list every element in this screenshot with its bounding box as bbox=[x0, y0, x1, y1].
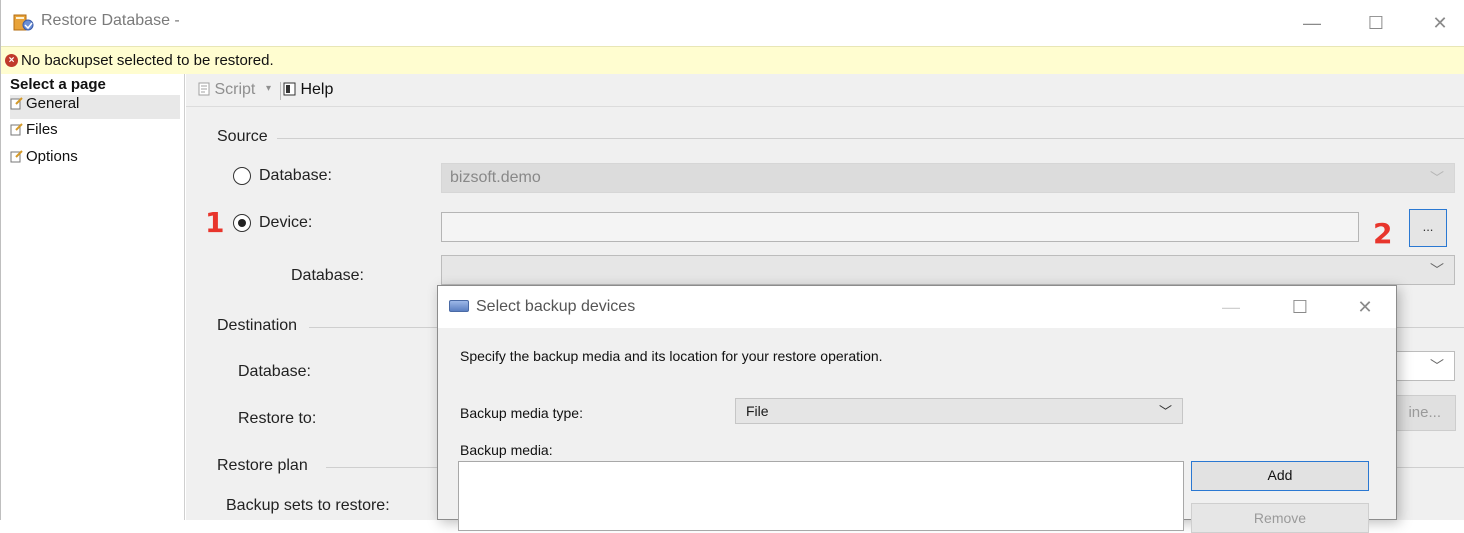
page-item-files[interactable]: Files bbox=[10, 121, 58, 145]
source-database-value: bizsoft.demo bbox=[450, 169, 541, 186]
dialog-close-button[interactable]: ✕ bbox=[1348, 292, 1382, 322]
toolbar-separator bbox=[280, 82, 281, 100]
step-2-marker: 2 bbox=[1373, 217, 1393, 250]
backup-media-label: Backup media: bbox=[460, 442, 553, 458]
toolbar: Script ▾ Help bbox=[186, 74, 1464, 106]
select-backup-devices-dialog: Select backup devices — ☐ ✕ Specify the … bbox=[437, 285, 1397, 533]
error-message: No backupset selected to be restored. bbox=[21, 52, 274, 69]
close-button[interactable]: ✕ bbox=[1423, 8, 1457, 38]
restore-to-label: Restore to: bbox=[238, 410, 317, 427]
help-label: Help bbox=[300, 81, 334, 98]
maximize-button[interactable]: ☐ bbox=[1359, 8, 1393, 38]
help-icon bbox=[283, 82, 296, 96]
dialog-minimize-button[interactable]: — bbox=[1214, 292, 1248, 322]
title-bar: Restore Database - — ☐ ✕ bbox=[1, 0, 1464, 46]
chevron-down-icon: ﹀ bbox=[1430, 358, 1444, 374]
backup-media-list[interactable] bbox=[458, 461, 1184, 531]
chevron-down-icon: ﹀ bbox=[1430, 262, 1444, 278]
device-radio[interactable] bbox=[233, 214, 251, 232]
page-item-label: Options bbox=[26, 148, 78, 165]
media-type-label: Backup media type: bbox=[460, 405, 583, 421]
select-page-pane: Select a page General Files Options bbox=[1, 74, 185, 520]
chevron-down-icon: ﹀ bbox=[1430, 170, 1444, 186]
minimize-button[interactable]: — bbox=[1295, 8, 1329, 38]
backup-device-icon bbox=[449, 300, 469, 312]
restore-plan-section-title: Restore plan bbox=[217, 457, 308, 474]
source-database-combo[interactable]: bizsoft.demo ﹀ bbox=[441, 163, 1455, 193]
restore-database-icon bbox=[13, 14, 34, 31]
page-item-general[interactable]: General bbox=[10, 95, 180, 119]
page-item-label: General bbox=[26, 95, 80, 112]
browse-device-button[interactable]: ... bbox=[1409, 209, 1447, 247]
device-radio-label: Device: bbox=[259, 214, 313, 231]
script-button[interactable]: Script bbox=[198, 81, 255, 99]
dialog-body: Specify the backup media and its locatio… bbox=[438, 328, 1396, 533]
script-dropdown-arrow[interactable]: ▾ bbox=[266, 83, 271, 94]
device-database-label: Database: bbox=[291, 267, 364, 284]
chevron-down-icon: ﹀ bbox=[1158, 404, 1172, 419]
page-wrench-icon bbox=[10, 150, 23, 163]
database-radio-label: Database: bbox=[259, 167, 332, 184]
source-section-title: Source bbox=[217, 128, 268, 145]
media-type-combo[interactable]: File ﹀ bbox=[735, 398, 1183, 424]
dialog-title: Select backup devices bbox=[476, 298, 636, 315]
page-item-options[interactable]: Options bbox=[10, 148, 78, 172]
add-button[interactable]: Add bbox=[1191, 461, 1369, 491]
database-radio[interactable] bbox=[233, 167, 251, 185]
device-database-combo[interactable]: ﹀ bbox=[441, 255, 1455, 285]
device-path-field[interactable] bbox=[441, 212, 1359, 242]
error-icon: × bbox=[5, 54, 18, 67]
source-divider bbox=[277, 138, 1464, 139]
page-wrench-icon bbox=[10, 123, 23, 136]
dialog-description: Specify the backup media and its locatio… bbox=[460, 348, 883, 364]
select-page-header: Select a page bbox=[10, 76, 106, 93]
destination-database-label: Database: bbox=[238, 363, 311, 380]
script-label: Script bbox=[214, 81, 256, 98]
error-message-bar: × No backupset selected to be restored. bbox=[1, 46, 1464, 74]
window-title: Restore Database - bbox=[41, 12, 180, 29]
restore-database-window: Restore Database - — ☐ ✕ × No backupset … bbox=[0, 0, 1464, 533]
script-icon bbox=[198, 82, 210, 96]
destination-section-title: Destination bbox=[217, 317, 298, 334]
remove-button[interactable]: Remove bbox=[1191, 503, 1369, 533]
media-type-value: File bbox=[746, 403, 769, 419]
dialog-title-bar: Select backup devices — ☐ ✕ bbox=[438, 286, 1396, 328]
page-item-label: Files bbox=[26, 121, 58, 138]
dialog-maximize-button[interactable]: ☐ bbox=[1283, 292, 1317, 322]
backup-sets-label: Backup sets to restore: bbox=[226, 497, 390, 514]
help-button[interactable]: Help bbox=[283, 81, 333, 99]
page-wrench-icon bbox=[10, 97, 23, 110]
step-1-marker: 1 bbox=[205, 206, 225, 239]
